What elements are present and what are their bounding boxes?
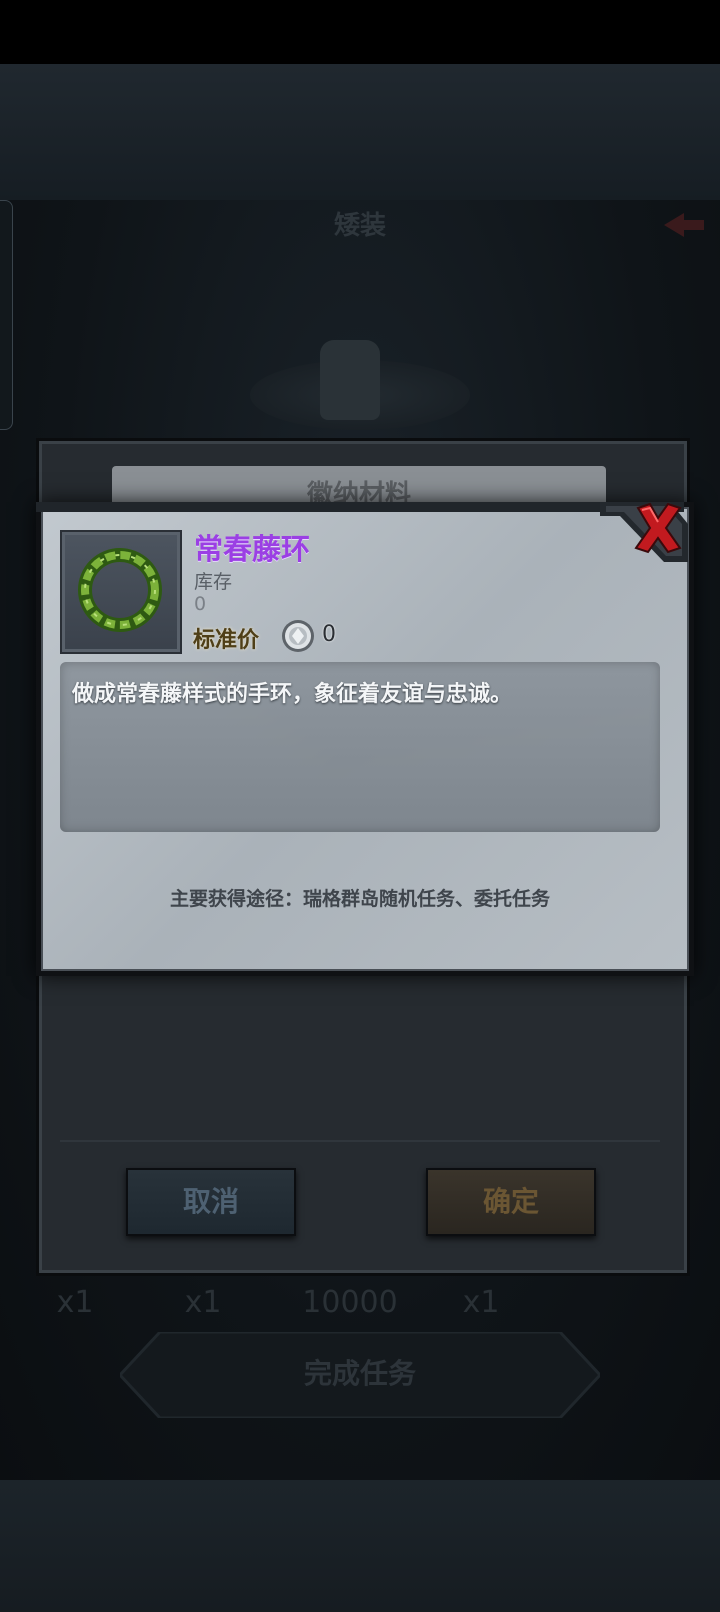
item-description: 做成常春藤样式的手环，象征着友谊与忠诚。 [72,682,513,707]
complete-task-label: 完成任务 [303,1357,416,1390]
quantity-label: x1 [462,1285,500,1320]
quantity-label: x1 [184,1285,222,1320]
price-value: 0 [322,622,336,647]
confirm-label: 确定 [482,1185,539,1218]
scene-title: 矮装 [333,211,386,241]
back-arrow-icon[interactable] [660,210,708,240]
close-icon[interactable] [630,500,686,556]
bottom-band [0,1480,720,1612]
side-tab[interactable] [0,200,13,430]
confirm-button[interactable]: 确定 [426,1168,596,1236]
stock-value: 0 [194,593,207,615]
price-label: 标准价 [193,628,260,653]
divider [60,1140,660,1142]
header-band [0,64,720,200]
stock-label: 库存 [194,571,233,593]
quantity-label: 10000 [302,1285,398,1320]
dialog-top-border [36,502,684,512]
wreath-icon [78,548,162,632]
item-source: 主要获得途径：瑞格群岛随机任务、委托任务 [169,888,550,910]
quantity-label: x1 [56,1285,94,1320]
cancel-button[interactable]: 取消 [126,1168,296,1236]
item-name: 常春藤环 [194,532,311,566]
coin-icon [282,620,314,652]
cancel-label: 取消 [182,1185,239,1218]
status-bar [0,0,720,64]
bottle-silhouette [320,340,380,420]
